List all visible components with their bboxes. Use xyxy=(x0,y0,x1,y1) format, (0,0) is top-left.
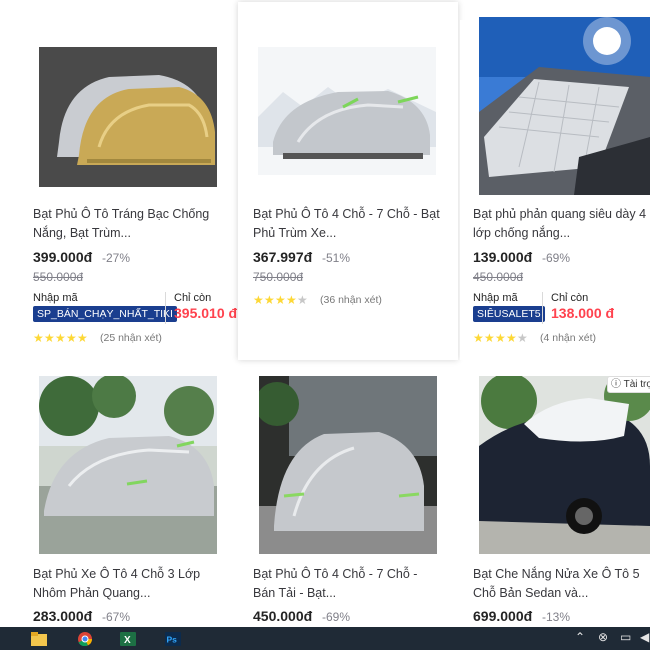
product-title[interactable]: Bạt Che Nắng Nửa Xe Ô Tô 5 Chỗ Bản Sedan… xyxy=(473,565,650,603)
star-icon: ★ xyxy=(264,293,275,307)
star-icon: ★ xyxy=(473,331,484,345)
windows-taskbar: X Ps ⌃ ⊗ ▭ ◀ xyxy=(0,627,650,650)
product-image[interactable] xyxy=(259,376,437,554)
product-price: 699.000đ xyxy=(473,608,533,624)
discount-badge: -27% xyxy=(102,251,131,265)
product-title[interactable]: Bạt Phủ Ô Tô 4 Chỗ - 7 Chỗ - Bán Tải - B… xyxy=(253,565,443,603)
discount-badge: -51% xyxy=(322,251,351,265)
half-car-cover-sedan-image xyxy=(479,376,650,554)
original-price: 550.000đ xyxy=(33,270,84,284)
star-icon: ★ xyxy=(253,293,264,307)
star-icon: ★ xyxy=(517,331,528,345)
review-count[interactable]: (36 nhận xét) xyxy=(320,294,382,306)
product-price: 367.997đ xyxy=(253,249,313,265)
sponsored-badge[interactable]: ⓘ Tài trợ xyxy=(607,376,650,393)
product-card[interactable]: Bạt Phủ Ô Tô Tráng Bạc Chống Nắng, Bạt T… xyxy=(20,20,237,360)
star-icon: ★ xyxy=(275,293,286,307)
product-title[interactable]: Bạt Phủ Ô Tô Tráng Bạc Chống Nắng, Bạt T… xyxy=(33,205,223,243)
star-icon: ★ xyxy=(77,331,88,345)
review-count[interactable]: (25 nhận xét) xyxy=(100,332,162,344)
star-icon: ★ xyxy=(506,331,517,345)
product-price: 399.000đ xyxy=(33,249,93,265)
product-title[interactable]: Bạt Phủ Ô Tô 4 Chỗ - 7 Chỗ - Bạt Phủ Trù… xyxy=(253,205,443,243)
review-count[interactable]: (4 nhận xét) xyxy=(540,332,596,344)
svg-text:Ps: Ps xyxy=(167,635,178,645)
photoshop-icon[interactable]: Ps xyxy=(165,632,181,646)
product-title[interactable]: Bạt phủ phản quang siêu dày 4 lớp chống … xyxy=(473,205,650,243)
final-price-label: Chỉ còn xyxy=(174,292,212,304)
product-card[interactable]: Bạt Che Nắng Nửa Xe Ô Tô 5 Chỗ Bản Sedan… xyxy=(460,376,650,627)
product-image[interactable] xyxy=(258,47,436,175)
coupon-code: SIÊUSALET5 xyxy=(473,306,545,322)
gold-silver-car-cover-image xyxy=(39,47,217,187)
chevron-up-icon[interactable]: ⌃ xyxy=(575,630,585,644)
product-card[interactable]: Bạt Phủ Ô Tô 4 Chỗ - 7 Chỗ - Bạt Phủ Trù… xyxy=(238,2,458,360)
svg-text:X: X xyxy=(124,635,131,646)
product-image[interactable] xyxy=(479,17,650,195)
coupon-divider xyxy=(165,292,166,324)
product-image[interactable] xyxy=(39,47,217,187)
star-rating: ★ ★ ★ ★ ★ xyxy=(253,294,308,306)
star-icon: ★ xyxy=(66,331,77,345)
silver-car-cover-image xyxy=(258,47,436,175)
star-rating: ★ ★ ★ ★ ★ xyxy=(473,332,528,344)
monitor-icon[interactable]: ▭ xyxy=(620,630,631,644)
coupon-divider xyxy=(542,292,543,324)
final-price: 395.010 đ xyxy=(174,305,238,321)
final-price-label: Chỉ còn xyxy=(551,292,589,304)
star-icon: ★ xyxy=(484,331,495,345)
product-card[interactable]: Bạt phủ phản quang siêu dày 4 lớp chống … xyxy=(460,17,650,360)
chrome-icon[interactable] xyxy=(77,632,93,647)
coupon-label: Nhập mã xyxy=(473,292,518,304)
product-title[interactable]: Bạt Phủ Xe Ô Tô 4 Chỗ 3 Lớp Nhôm Phản Qu… xyxy=(33,565,223,603)
product-grid-page: Bạt Phủ Ô Tô Tráng Bạc Chống Nắng, Bạt T… xyxy=(0,0,650,650)
star-icon: ★ xyxy=(286,293,297,307)
coupon-label: Nhập mã xyxy=(33,292,78,304)
excel-icon[interactable]: X xyxy=(120,632,136,646)
final-price: 138.000 đ xyxy=(551,305,615,321)
coupon-code: SP_BÁN_CHẠY_NHẤT_TIKI xyxy=(33,306,177,322)
product-card[interactable]: Bạt Phủ Ô Tô 4 Chỗ - 7 Chỗ - Bán Tải - B… xyxy=(238,376,438,627)
product-price: 139.000đ xyxy=(473,249,533,265)
star-icon: ★ xyxy=(55,331,66,345)
star-icon: ★ xyxy=(297,293,308,307)
product-price: 450.000đ xyxy=(253,608,313,624)
product-image[interactable] xyxy=(39,376,217,554)
discount-badge: -13% xyxy=(542,610,571,624)
star-icon: ★ xyxy=(33,331,44,345)
discount-badge: -67% xyxy=(102,610,131,624)
network-icon[interactable]: ⊗ xyxy=(598,630,608,644)
discount-badge: -69% xyxy=(542,251,571,265)
star-rating: ★ ★ ★ ★ ★ xyxy=(33,332,88,344)
star-icon: ★ xyxy=(495,331,506,345)
windshield-sunshade-image xyxy=(479,17,650,195)
silver-car-cover-street-image xyxy=(259,376,437,554)
product-image[interactable] xyxy=(479,376,650,554)
original-price: 450.000đ xyxy=(473,270,524,284)
product-card[interactable]: Bạt Phủ Xe Ô Tô 4 Chỗ 3 Lớp Nhôm Phản Qu… xyxy=(20,376,220,627)
star-icon: ★ xyxy=(44,331,55,345)
original-price: 750.000đ xyxy=(253,270,304,284)
product-price: 283.000đ xyxy=(33,608,93,624)
discount-badge: -69% xyxy=(322,610,351,624)
silver-car-cover-outdoor-image xyxy=(39,376,217,554)
volume-icon[interactable]: ◀ xyxy=(640,630,649,644)
file-explorer-icon[interactable] xyxy=(31,632,47,646)
